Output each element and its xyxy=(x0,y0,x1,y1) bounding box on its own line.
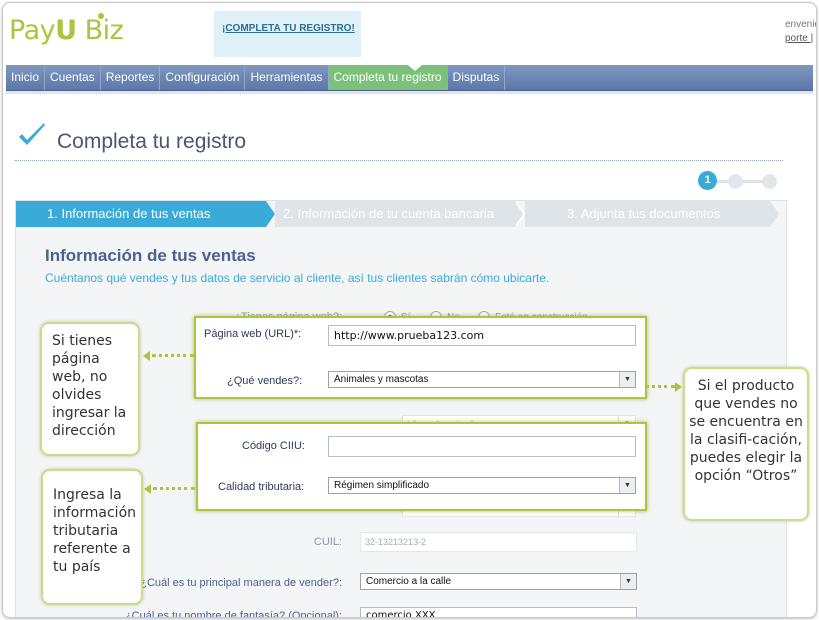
sell-method-value: Comercio a la calle xyxy=(366,576,452,587)
cuil-input[interactable]: 32-13213213-2 xyxy=(360,532,637,552)
browser-frame: PayU Biz ¡COMPLETA TU REGISTRO! envenid … xyxy=(2,2,817,618)
nav-divider xyxy=(6,91,813,94)
highlight-tax-box: Código CIIU: Calidad tributaria: Régimen… xyxy=(196,422,647,511)
active-caret-icon xyxy=(408,65,422,71)
chevron-down-icon: ▼ xyxy=(620,574,636,589)
ciiu-input[interactable] xyxy=(328,436,636,457)
progress-step-3 xyxy=(762,174,777,189)
what-sell-value: Animales y mascotas xyxy=(334,374,429,385)
logo-text-u: U xyxy=(55,15,77,46)
tax-label: Calidad tributaria: xyxy=(218,481,305,493)
callout-web-connector xyxy=(143,351,195,361)
callout-category-text: Si el producto que vendes no se encuentr… xyxy=(689,378,803,484)
arrow-right-icon xyxy=(675,382,682,392)
callout-web-text: Si tienes página web, no olvides ingresa… xyxy=(52,333,127,439)
support-link[interactable]: porte | xyxy=(785,32,816,46)
complete-registration-link[interactable]: ¡COMPLETA TU REGISTRO! xyxy=(222,23,355,34)
connector-dots xyxy=(645,385,675,388)
tax-select[interactable]: Régimen simplificado ▼ xyxy=(328,477,636,494)
logo-text-pay: Pay xyxy=(9,15,56,46)
what-sell-label: ¿Qué vendes?: xyxy=(227,375,303,387)
chevron-down-icon: ▼ xyxy=(619,478,635,493)
callout-category-connector xyxy=(645,382,683,392)
web-url-label: Página web (URL)*: xyxy=(204,328,302,340)
arrow-left-icon xyxy=(144,484,151,494)
progress-step-1: 1 xyxy=(698,171,717,190)
section-subtitle: Cuéntanos qué vendes y tus datos de serv… xyxy=(45,271,550,285)
connector-dots xyxy=(152,354,194,357)
logo-text-biz: Biz xyxy=(76,15,124,46)
page-title: Completa tu registro xyxy=(57,130,247,153)
step-3-arrow xyxy=(770,201,779,227)
step-2-tab[interactable]: 2. Información de tu cuenta bancaria xyxy=(275,201,516,227)
nav-item-disputas[interactable]: Disputas xyxy=(448,65,506,90)
step-3-tab[interactable]: 3. Adjunta tus documentos xyxy=(525,201,770,227)
nav-item-completa-registro[interactable]: Completa tu registro xyxy=(328,65,448,90)
nav-item-inicio[interactable]: Inicio xyxy=(6,65,46,90)
fantasy-name-label: ¿Cuál es tu nombre de fantasía? (Opciona… xyxy=(124,610,342,618)
fantasy-name-input[interactable]: comercio XXX xyxy=(360,607,637,617)
step-1-tab[interactable]: 1. Información de tus ventas xyxy=(16,201,266,227)
payu-biz-logo[interactable]: PayU Biz xyxy=(9,13,124,46)
cuil-label: CUIL: xyxy=(313,536,342,548)
nav-item-cuentas[interactable]: Cuentas xyxy=(45,65,101,90)
section-title: Información de tus ventas xyxy=(45,246,256,265)
step-2-arrow xyxy=(514,201,523,227)
ciiu-label: Código CIIU: xyxy=(242,440,305,452)
logo-dot-icon xyxy=(98,13,104,19)
arrow-left-icon xyxy=(143,351,150,361)
callout-tax-text: Ingresa la información tributaria refere… xyxy=(53,487,137,575)
nav-item-configuracion[interactable]: Configuración xyxy=(160,65,246,90)
web-url-input[interactable]: http://www.prueba123.com xyxy=(328,325,636,346)
step-1-arrow xyxy=(266,201,275,227)
highlight-web-box: Página web (URL)*: http://www.prueba123.… xyxy=(194,316,647,399)
tax-value: Régimen simplificado xyxy=(334,480,430,491)
main-nav: Inicio Cuentas Reportes Configuración He… xyxy=(6,65,813,91)
progress-step-2 xyxy=(728,174,743,189)
title-divider xyxy=(15,160,783,161)
top-right-links: envenid porte | xyxy=(785,18,817,46)
checkmark-icon xyxy=(19,123,45,145)
callout-tax: Ingresa la información tributaria refere… xyxy=(41,469,143,605)
nav-item-reportes[interactable]: Reportes xyxy=(101,65,161,90)
steps-bar: 1. Información de tus ventas 2. Informac… xyxy=(16,201,786,227)
progress-indicator: 1 xyxy=(698,171,780,191)
callout-category: Si el producto que vendes no se encuentr… xyxy=(683,367,809,521)
complete-registration-banner: ¡COMPLETA TU REGISTRO! xyxy=(214,11,361,57)
sell-method-select[interactable]: Comercio a la calle ▼ xyxy=(360,573,637,590)
nav-item-herramientas[interactable]: Herramientas xyxy=(245,65,329,90)
welcome-text: envenid xyxy=(785,19,817,30)
connector-dots xyxy=(153,487,195,490)
what-sell-select[interactable]: Animales y mascotas ▼ xyxy=(328,371,636,388)
chevron-down-icon: ▼ xyxy=(619,372,635,387)
callout-tax-connector xyxy=(144,484,196,494)
callout-web: Si tienes página web, no olvides ingresa… xyxy=(40,322,140,456)
